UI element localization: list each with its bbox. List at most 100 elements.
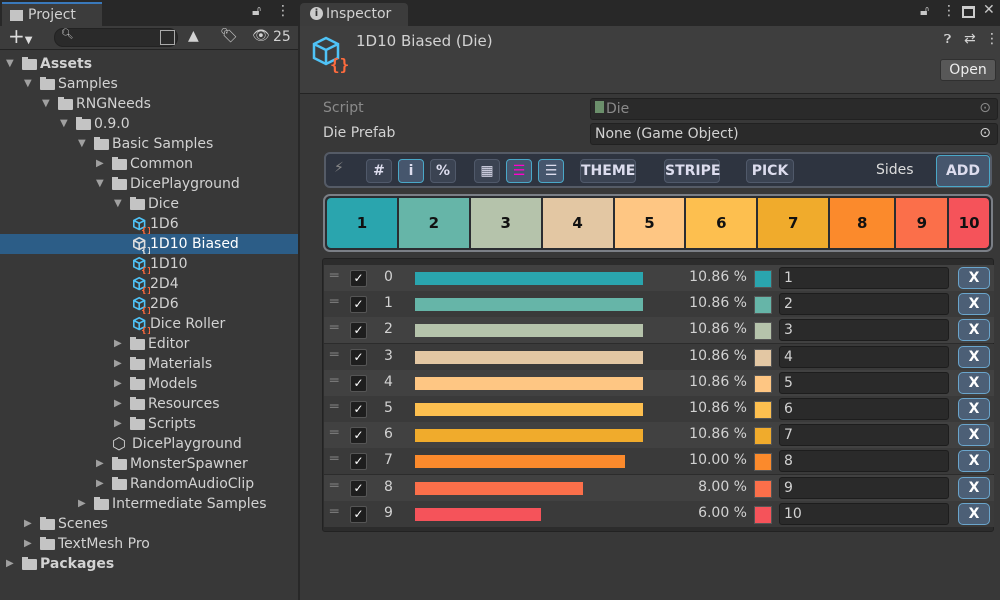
probability-bar[interactable] [415, 298, 644, 312]
collapsed-arrow-icon[interactable]: ▶ [114, 374, 122, 394]
probability-percent[interactable]: 10.86 % [689, 400, 747, 416]
expanded-arrow-icon[interactable]: ▼ [78, 134, 86, 154]
probability-bar[interactable] [415, 272, 644, 285]
collapsed-arrow-icon[interactable]: ▶ [114, 414, 122, 434]
drag-handle-icon[interactable]: ═ [330, 294, 338, 310]
probability-percent[interactable]: 6.00 % [698, 505, 747, 521]
enabled-checkbox[interactable]: ✓ [350, 348, 367, 366]
more-icon[interactable]: ⋮ [276, 3, 290, 19]
tree-item[interactable]: ▶ MonsterSpawner [0, 454, 298, 474]
remove-option-button[interactable]: X [958, 450, 990, 473]
tree-item[interactable]: ▶ TextMesh Pro [0, 534, 298, 554]
grid-view-button[interactable]: ▦ [474, 159, 500, 183]
drag-handle-icon[interactable]: ═ [330, 478, 338, 494]
option-value-field[interactable]: 7 [779, 424, 949, 447]
probability-bar[interactable] [415, 455, 625, 469]
tree-item[interactable]: ▶ Resources [0, 394, 298, 414]
remove-option-button[interactable]: X [958, 267, 990, 289]
probability-percent[interactable]: 10.86 % [689, 374, 747, 390]
stripe-segment[interactable]: 10 [949, 198, 989, 248]
enabled-checkbox[interactable]: ✓ [350, 505, 367, 523]
color-swatch[interactable] [754, 322, 772, 341]
probability-bar[interactable] [415, 507, 541, 521]
color-swatch[interactable] [754, 348, 772, 367]
add-button[interactable]: ADD [936, 155, 990, 187]
stripe-segment[interactable]: 3 [470, 198, 543, 248]
remove-option-button[interactable]: X [958, 293, 990, 316]
remove-option-button[interactable]: X [958, 502, 990, 525]
color-swatch[interactable] [754, 479, 772, 498]
option-value-field[interactable]: 1 [779, 267, 949, 289]
tab-inspector[interactable]: i Inspector [300, 3, 408, 27]
drag-handle-icon[interactable]: ═ [330, 347, 338, 363]
stripe-segment[interactable]: 9 [896, 198, 950, 248]
color-swatch[interactable] [754, 270, 772, 288]
probability-percent[interactable]: 8.00 % [698, 479, 747, 495]
option-value-field[interactable]: 9 [779, 476, 949, 499]
pick-button[interactable]: PICK [746, 159, 794, 183]
stripe-segment[interactable]: 7 [758, 198, 831, 248]
expanded-arrow-icon[interactable]: ▼ [60, 114, 68, 134]
stripe-segment[interactable]: 2 [398, 198, 471, 248]
probability-percent[interactable]: 10.86 % [689, 321, 747, 337]
collapsed-arrow-icon[interactable]: ▶ [24, 514, 32, 534]
color-swatch[interactable] [754, 453, 772, 472]
enabled-checkbox[interactable]: ✓ [350, 427, 367, 445]
tree-item[interactable]: ▶ RandomAudioClip [0, 474, 298, 494]
drag-handle-icon[interactable]: ═ [330, 451, 338, 467]
remove-option-button[interactable]: X [958, 319, 990, 342]
list-view-button[interactable]: ☰ [538, 159, 564, 183]
collapsed-arrow-icon[interactable]: ▶ [114, 354, 122, 374]
lightning-icon[interactable]: ⚡︎ [334, 160, 344, 176]
tree-item[interactable]: ▼ Basic Samples [0, 134, 298, 154]
open-button[interactable]: Open [940, 59, 996, 81]
presets-icon[interactable]: ⇄ [964, 31, 976, 47]
bars-view-button[interactable]: ☰ [506, 159, 532, 183]
probability-bar[interactable] [415, 324, 644, 338]
tree-item[interactable]: ▼ DicePlayground [0, 174, 298, 194]
option-value-field[interactable]: 2 [779, 293, 949, 316]
remove-option-button[interactable]: X [958, 371, 990, 394]
help-icon[interactable]: ❓︎ [944, 32, 951, 47]
tree-item[interactable]: ▶ Materials [0, 354, 298, 374]
drag-handle-icon[interactable]: ═ [330, 399, 338, 415]
probability-percent[interactable]: 10.86 % [689, 295, 747, 311]
probability-bar[interactable] [415, 403, 644, 416]
tree-item[interactable]: ▼ Assets [0, 54, 298, 74]
probability-percent[interactable]: 10.86 % [689, 269, 747, 285]
more-icon[interactable]: ⋮ [942, 3, 956, 19]
maximize-icon[interactable] [962, 6, 975, 18]
drag-handle-icon[interactable]: ═ [330, 373, 338, 389]
color-swatch[interactable] [754, 505, 772, 524]
stripe-segment[interactable]: 6 [686, 198, 759, 248]
tree-item[interactable]: {}Dice Roller [0, 314, 298, 334]
create-button[interactable]: +▼ [8, 24, 32, 48]
filter-by-type-icon[interactable]: ▲ [188, 28, 199, 44]
remove-option-button[interactable]: X [958, 398, 990, 420]
enabled-checkbox[interactable]: ✓ [350, 479, 367, 497]
tree-item[interactable]: ▶ Models [0, 374, 298, 394]
show-index-button[interactable]: # [366, 159, 392, 183]
collapsed-arrow-icon[interactable]: ▶ [96, 474, 104, 494]
die-prefab-field[interactable]: None (Game Object) ⊙ [590, 123, 998, 145]
enabled-checkbox[interactable]: ✓ [350, 401, 367, 418]
option-value-field[interactable]: 8 [779, 450, 949, 473]
remove-option-button[interactable]: X [958, 345, 990, 368]
enabled-checkbox[interactable]: ✓ [350, 322, 367, 340]
stripe-segment[interactable]: 1 [327, 198, 399, 248]
option-value-field[interactable]: 4 [779, 345, 949, 368]
tree-item[interactable]: ▶ Editor [0, 334, 298, 354]
tree-item[interactable]: ▶ Scripts [0, 414, 298, 434]
expanded-arrow-icon[interactable]: ▼ [6, 54, 14, 74]
drag-handle-icon[interactable]: ═ [330, 504, 338, 520]
probability-bar[interactable] [415, 429, 644, 443]
collapsed-arrow-icon[interactable]: ▶ [6, 554, 14, 574]
theme-button[interactable]: THEME [580, 159, 636, 183]
lock-icon[interactable]: 🔓︎ [920, 3, 929, 19]
expanded-arrow-icon[interactable]: ▼ [114, 194, 122, 214]
collapsed-arrow-icon[interactable]: ▶ [24, 534, 32, 554]
tree-item[interactable]: {}1D6 [0, 214, 298, 234]
probability-percent[interactable]: 10.86 % [689, 348, 747, 364]
show-percent-button[interactable]: % [430, 159, 456, 183]
color-swatch[interactable] [754, 401, 772, 419]
